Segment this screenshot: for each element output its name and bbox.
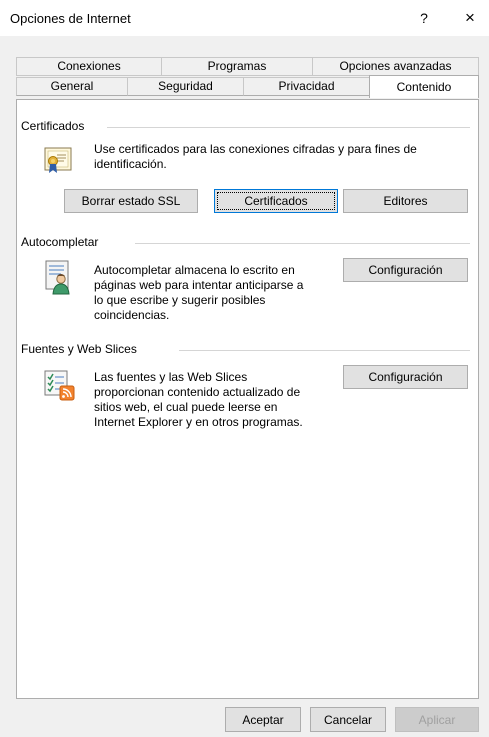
content-panel: Certificados Use certificados para las c… [16,99,479,699]
certificates-divider [107,127,470,128]
close-button[interactable]: × [459,8,481,28]
window-title: Opciones de Internet [10,11,131,26]
autocomplete-icon [44,260,74,299]
feeds-description-line1: Las fuentes y las Web Slices [94,370,248,384]
title-bar: Opciones de Internet ? × [0,0,489,36]
tab-opciones-avanzadas[interactable]: Opciones avanzadas [312,57,479,76]
publishers-button[interactable]: Editores [343,189,468,213]
autocomplete-description-line4: coincidencias. [94,308,170,322]
autocomplete-description-line2: páginas web para intentar anticiparse a [94,278,304,292]
apply-button[interactable]: Aplicar [395,707,479,732]
help-button[interactable]: ? [414,8,434,28]
autocomplete-settings-button[interactable]: Configuración [343,258,468,282]
cancel-button[interactable]: Cancelar [310,707,386,732]
certificates-button[interactable]: Certificados [214,189,338,213]
feeds-icon [44,370,76,405]
feeds-description-line4: Internet Explorer y en otros programas. [94,415,303,429]
clear-ssl-button[interactable]: Borrar estado SSL [64,189,198,213]
feeds-description-line3: sitios web, el cual puede leerse en [94,400,278,414]
certificates-header: Certificados [21,119,89,133]
tab-seguridad[interactable]: Seguridad [127,77,244,96]
certificates-description-line2: identificación. [94,157,167,171]
ok-button[interactable]: Aceptar [225,707,301,732]
autocomplete-description-line3: lo que escribe y sugerir posibles [94,293,266,307]
tab-conexiones[interactable]: Conexiones [16,57,162,76]
autocomplete-header: Autocompletar [21,235,103,249]
certificates-description-line1: Use certificados para las conexiones cif… [94,142,417,156]
feeds-description-line2: proporcionan contenido actualizado de [94,385,301,399]
feeds-settings-button[interactable]: Configuración [343,365,468,389]
tab-privacidad[interactable]: Privacidad [243,77,370,96]
autocomplete-description-line1: Autocompletar almacena lo escrito en [94,263,295,277]
tab-contenido[interactable]: Contenido [369,75,479,98]
autocomplete-divider [135,243,470,244]
feeds-header: Fuentes y Web Slices [21,342,141,356]
certificates-button-label: Certificados [217,192,335,210]
certificate-icon [44,146,72,179]
tab-programas[interactable]: Programas [161,57,313,76]
tab-general[interactable]: General [16,77,128,96]
feeds-divider [179,350,470,351]
